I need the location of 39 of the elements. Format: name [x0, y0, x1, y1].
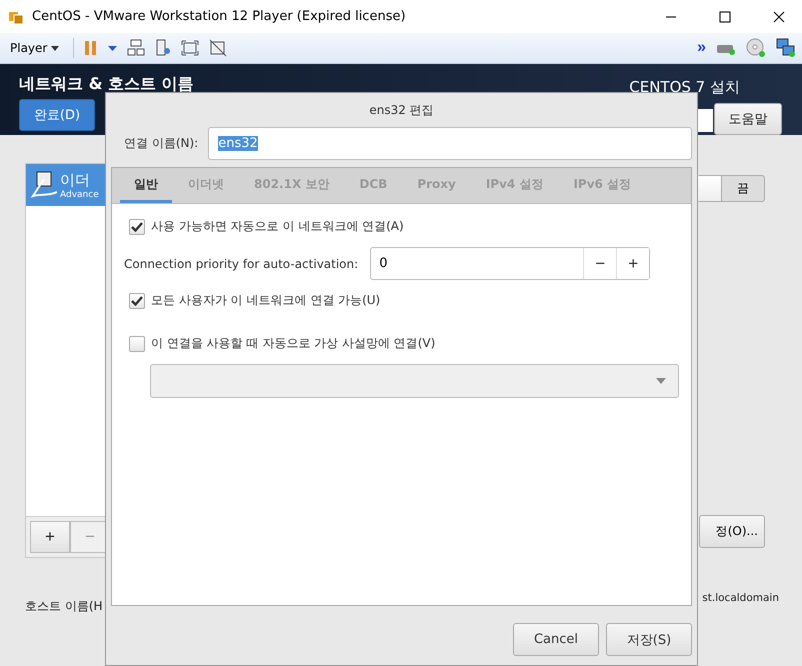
current-hostname: st.localdomain	[702, 592, 779, 604]
checkbox-label: 이 연결을 사용할 때 자동으로 가상 사설망에 연결(V)	[151, 335, 436, 352]
priority-spinner[interactable]: 0 − +	[370, 247, 650, 280]
caret-icon[interactable]	[108, 46, 118, 50]
checkbox[interactable]	[129, 292, 145, 308]
dialog-title: ens32 편집	[368, 102, 435, 119]
window-title: CentOS - VMware Workstation 12 Player (Expired license)	[32, 9, 407, 24]
settings-button[interactable]: 정(O)...	[699, 515, 765, 548]
page-title: 네트워크 & 호스트 이름	[19, 74, 194, 95]
done-button[interactable]: 완료(D)	[19, 99, 95, 131]
name-label: 연결 이름(N):	[124, 135, 198, 152]
tab[interactable]: 일반	[120, 168, 172, 203]
device-icon[interactable]	[155, 39, 172, 57]
product-title: CENTOS 7 설치	[629, 78, 740, 97]
device-name: 이더	[60, 170, 91, 190]
ethernet-icon	[29, 170, 57, 200]
caret-icon	[51, 46, 60, 50]
close-icon	[773, 10, 785, 22]
checkbox-label: 사용 가능하면 자동으로 이 네트워크에 연결(A)	[151, 218, 404, 235]
hostname-label: 호스트 이름(H	[25, 598, 104, 615]
increment-button[interactable]: +	[616, 248, 650, 279]
priority-label: Connection priority for auto-activation:	[124, 256, 358, 270]
checkbox[interactable]	[129, 218, 145, 234]
fullscreen-icon[interactable]	[181, 40, 200, 56]
checkbox[interactable]	[129, 336, 145, 352]
network-icon[interactable]	[776, 38, 796, 58]
help-button[interactable]: 도움말	[714, 103, 782, 135]
dialog-button[interactable]: 저장(S)	[606, 623, 692, 656]
cd-icon[interactable]	[746, 38, 766, 58]
device-detail: Advance	[60, 190, 99, 200]
maximize-icon	[719, 10, 731, 22]
keyboard-field[interactable]	[697, 109, 713, 132]
toggle-switch[interactable]: 끔	[697, 175, 765, 202]
checkbox-label: 모든 사용자가 이 네트워크에 연결 가능(U)	[151, 292, 380, 309]
overflow-button[interactable]: »	[697, 39, 706, 57]
add-button[interactable]: +	[30, 521, 70, 553]
caret-icon	[656, 378, 666, 384]
player-menu[interactable]: Player	[6, 39, 64, 57]
dialog-button[interactable]: Cancel	[513, 623, 599, 656]
